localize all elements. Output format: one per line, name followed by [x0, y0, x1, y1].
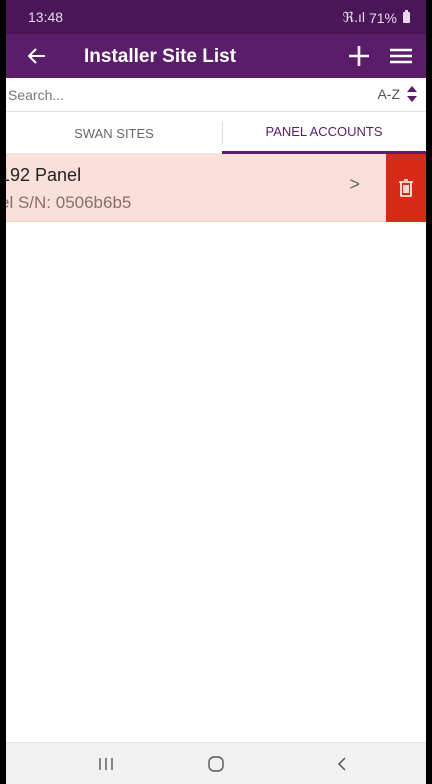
recent-apps-button[interactable] [76, 743, 136, 784]
trash-icon [399, 179, 413, 197]
battery-percent: 71% [368, 9, 397, 26]
home-icon [208, 756, 224, 772]
tab-bar: SWAN SITES PANEL ACCOUNTS [6, 112, 426, 154]
status-indicators: ℜ.ıl 71% [343, 9, 410, 26]
status-bar: 13:48 ℜ.ıl 71% [6, 0, 426, 34]
nav-back-button[interactable] [312, 743, 372, 784]
status-time: 13:48 [28, 9, 64, 25]
list-item-subtitle: el S/N: 0506b6b5 [6, 193, 132, 212]
search-input[interactable] [6, 78, 326, 111]
app-bar: Installer Site List [6, 34, 426, 78]
tab-swan-sites[interactable]: SWAN SITES [6, 112, 222, 154]
system-nav-bar [6, 742, 426, 784]
chevron-right-icon: > [349, 174, 360, 194]
menu-button[interactable] [384, 39, 418, 73]
hamburger-menu-icon [390, 48, 412, 64]
recent-apps-icon [99, 758, 113, 770]
plus-icon [349, 46, 369, 66]
add-site-button[interactable] [344, 39, 374, 73]
list-item-content[interactable]: 192 Panel el S/N: 0506b6b5 > [6, 154, 386, 222]
signal-icon: ℜ.ıl [342, 9, 365, 25]
page-title: Installer Site List [84, 46, 237, 67]
arrow-left-icon [27, 48, 45, 64]
search-bar: A-Z [6, 78, 426, 112]
phone-screen: 13:48 ℜ.ıl 71% Installer Site List A-Z [6, 0, 426, 784]
sort-label: A-Z [377, 86, 400, 102]
sort-toggle[interactable]: A-Z [377, 85, 418, 103]
home-button[interactable] [186, 743, 246, 784]
list-item[interactable]: 192 Panel el S/N: 0506b6b5 > [6, 154, 426, 222]
list-item-title: 192 Panel [6, 165, 82, 185]
sort-updown-icon [407, 86, 417, 102]
battery-icon [403, 10, 410, 23]
delete-button[interactable] [386, 154, 426, 222]
back-icon [337, 757, 346, 771]
tab-panel-accounts[interactable]: PANEL ACCOUNTS [222, 112, 426, 154]
back-arrow-button[interactable] [20, 40, 54, 72]
